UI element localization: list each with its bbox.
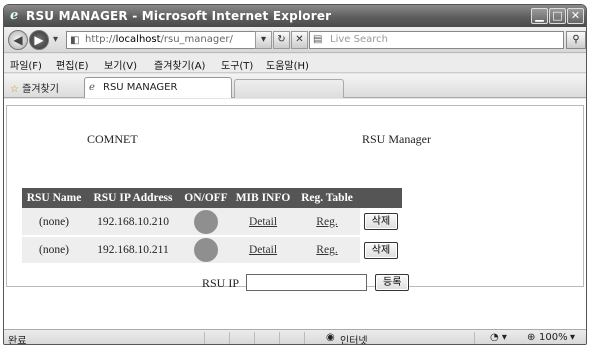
status-cell [180,236,232,265]
back-button[interactable]: ◀ [8,30,28,50]
delete-cell: 삭제 [360,236,402,265]
forward-button[interactable]: ▶ [29,30,49,50]
zoom-dropdown-icon[interactable]: ▾ [570,332,575,343]
status-divider [304,332,305,344]
header-on-off: ON/OFF [180,188,232,208]
menu-help[interactable]: 도움말(H) [266,57,309,72]
favorites-label: 즐겨찾기 [22,84,59,95]
menu-tools[interactable]: 도구(T) [221,57,253,72]
detail-link[interactable]: Detail [249,216,277,228]
menu-file[interactable]: 파일(F) [10,57,42,72]
search-input[interactable]: ▤ Live Search [309,31,564,49]
tab-page-icon: ℯ [89,82,95,93]
status-divider [474,332,475,344]
reg-cell: Reg. [294,208,360,237]
favorites-button[interactable]: ☆ 즐겨찾기 [10,80,59,95]
title-bar: ℯ RSU MANAGER - Microsoft Internet Explo… [4,5,586,27]
status-divider [204,332,205,344]
menu-view[interactable]: 보기(V) [104,57,137,72]
status-divider [279,332,280,344]
ie-logo-icon: ℯ [10,8,19,23]
reg-cell: Reg. [294,236,360,265]
mib-cell: Detail [232,208,294,237]
menu-bar: 파일(F) 편집(E) 보기(V) 즐겨찾기(A) 도구(T) 도움말(H) [4,54,586,73]
table-row: (none) 192.168.10.210 Detail Reg. 삭제 [22,208,402,237]
header-actions [360,188,402,208]
reg-link[interactable]: Reg. [316,216,337,228]
header-rsu-ip: RSU IP Address [86,188,180,208]
tab-label: RSU MANAGER [103,82,178,93]
delete-cell: 삭제 [360,208,402,237]
maximize-button[interactable]: □ [549,8,566,24]
search-button[interactable]: ⚲ [566,31,586,49]
delete-button[interactable]: 삭제 [363,213,399,230]
refresh-button[interactable]: ↻ [273,31,290,49]
header-mib-info: MIB INFO [232,188,294,208]
close-button[interactable]: ✕ [567,8,584,24]
page-icon: ◧ [70,35,80,46]
rsu-ip-cell: 192.168.10.210 [86,208,180,237]
rsu-ip-label: RSU IP [202,276,240,290]
protected-mode-icon[interactable]: ◔ ▾ [490,332,507,343]
status-bar: 완료 ◉ 인터넷 ◔ ▾ ⊕ 100% ▾ [4,329,586,345]
address-bar[interactable]: ◧ http://localhost/rsu_manager/ [66,31,272,49]
detail-link[interactable]: Detail [249,244,277,256]
stop-button[interactable]: ✕ [291,31,308,49]
status-indicator [194,238,218,262]
page-frame: COMNET RSU Manager RSU Name RSU IP Addre… [6,105,584,291]
status-divider [254,332,255,344]
status-indicator [194,209,218,234]
star-icon: ☆ [10,84,19,95]
favorites-bar: ☆ 즐겨찾기 ℯ RSU MANAGER [4,74,586,98]
zone-globe-icon: ◉ [326,332,335,343]
menu-favorites[interactable]: 즐겨찾기(A) [154,57,205,72]
rsu-ip-input[interactable] [246,274,367,291]
zoom-level[interactable]: 100% [539,332,568,343]
rsu-name-cell: (none) [22,208,86,237]
reg-link[interactable]: Reg. [316,244,337,256]
status-cell [180,208,232,237]
table-header-row: RSU Name RSU IP Address ON/OFF MIB INFO … [22,188,402,208]
rsu-name-cell: (none) [22,236,86,265]
zoom-icon: ⊕ [527,332,536,343]
zone-label: 인터넷 [340,336,368,345]
page-content: COMNET RSU Manager RSU Name RSU IP Addre… [4,99,586,329]
address-host: localhost [115,34,161,45]
history-dropdown-icon[interactable]: ▾ [53,34,58,45]
mib-cell: Detail [232,236,294,265]
register-button[interactable]: 등록 [375,274,410,291]
header-reg-table: Reg. Table [294,188,360,208]
rsu-table: RSU Name RSU IP Address ON/OFF MIB INFO … [22,188,402,265]
navigation-bar: ◀ ▶ ▾ ◧ http://localhost/rsu_manager/ ▾ … [4,27,586,53]
address-dropdown-button[interactable]: ▾ [255,31,272,49]
menu-edit[interactable]: 편집(E) [56,57,89,72]
address-path: /rsu_manager/ [160,34,233,45]
delete-button[interactable]: 삭제 [363,241,399,259]
status-text: 완료 [8,336,27,345]
minimize-button[interactable]: ▁ [531,8,548,24]
header-rsu-name: RSU Name [22,188,86,208]
status-divider [229,332,230,344]
new-tab-button[interactable] [234,79,344,98]
address-scheme: http:// [85,34,116,45]
page-title: RSU Manager [362,132,431,146]
brand-text: COMNET [87,132,138,146]
live-search-icon: ▤ [313,34,323,45]
tab-rsu-manager[interactable]: ℯ RSU MANAGER [84,77,232,98]
search-placeholder: Live Search [330,34,388,45]
rsu-ip-cell: 192.168.10.211 [86,236,180,265]
browser-window: ℯ RSU MANAGER - Microsoft Internet Explo… [3,4,587,345]
table-row: (none) 192.168.10.211 Detail Reg. 삭제 [22,236,402,265]
window-title: RSU MANAGER - Microsoft Internet Explore… [26,9,332,23]
